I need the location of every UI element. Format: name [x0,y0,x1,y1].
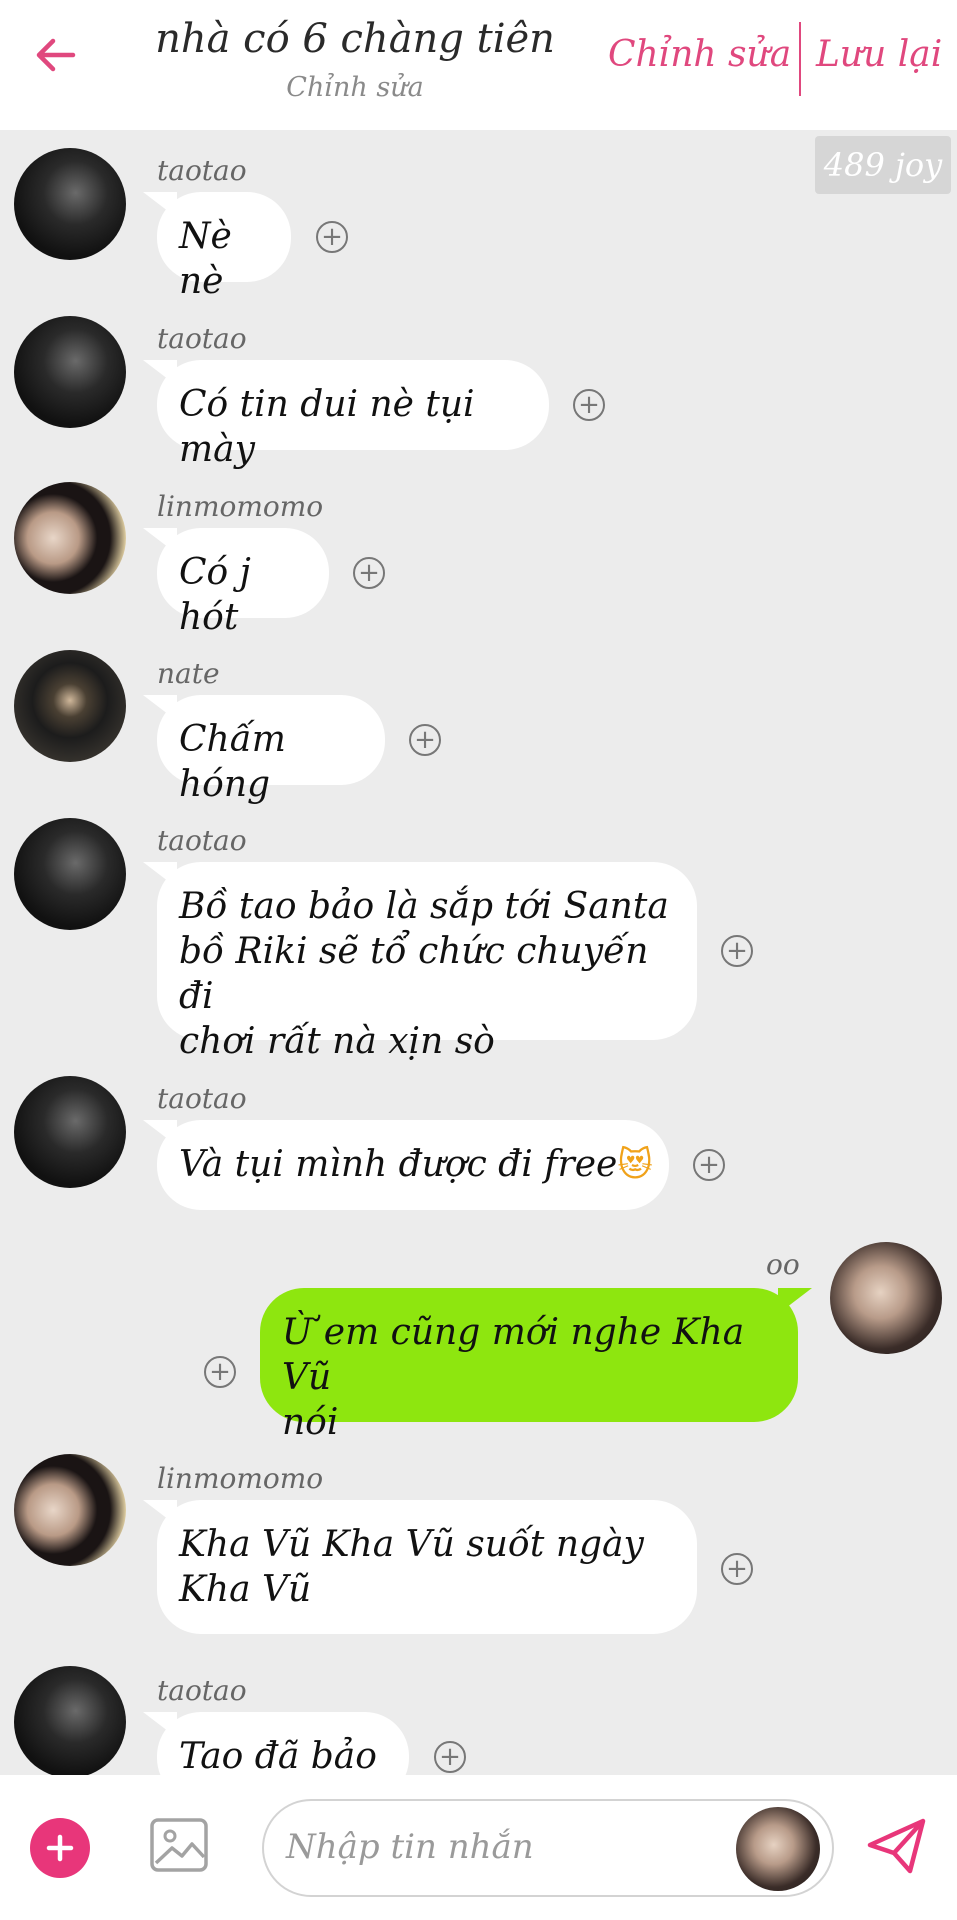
oo-avatar[interactable] [830,1242,942,1354]
add-reaction-button[interactable]: + [409,724,441,756]
add-reaction-button[interactable]: + [434,1741,466,1773]
save-button[interactable]: Lưu lại [816,34,942,75]
message-text-line: bồ Riki sẽ tổ chức chuyến đi [179,931,649,1017]
message-text-line: nói [282,1402,339,1443]
message-text: Nè nè [179,216,232,302]
add-reaction-button[interactable]: + [573,389,605,421]
message-input-bar: Nhập tin nhắn [0,1775,957,1920]
heart-eyes-cat-emoji: 😻 [617,1145,653,1185]
add-reaction-button[interactable]: + [721,935,753,967]
add-reaction-button[interactable]: + [204,1356,236,1388]
send-icon [867,1818,926,1874]
chat-title: nhà có 6 chàng tiên [155,16,555,62]
message-text: Có tin dui nè tụi mày [179,384,475,470]
edit-button[interactable]: Chỉnh sửa [608,34,791,75]
taotao-avatar[interactable] [14,316,126,428]
sender-name: taotao [157,1674,247,1707]
sender-name: taotao [157,322,247,355]
message-text-line: Kha Vũ [179,1569,312,1610]
linmomomo-avatar[interactable] [14,1454,126,1566]
add-reaction-button[interactable]: + [316,221,348,253]
header-divider [799,22,801,96]
input-avatar[interactable] [736,1807,820,1891]
message-text-line: Ừ em cũng mới nghe Kha Vũ [282,1312,745,1398]
message-bubble[interactable]: Chấm hóng [157,695,385,805]
sender-name: linmomomo [157,1462,324,1495]
message-bubble[interactable]: Ừ em cũng mới nghe Kha Vũ nói [260,1288,798,1443]
message-bubble[interactable]: Nè nè [157,192,291,302]
back-button[interactable] [30,30,80,80]
message-text: Chấm hóng [179,719,286,805]
taotao-avatar[interactable] [14,818,126,930]
message-bubble[interactable]: Kha Vũ Kha Vũ suốt ngày Kha Vũ [157,1500,697,1634]
message-text-line: Kha Vũ Kha Vũ suốt ngày [179,1524,644,1565]
message-bubble[interactable]: Có j hót [157,528,329,638]
sender-name: taotao [157,824,247,857]
message-text: Tao đã bảo r [179,1736,377,1775]
message-text-line: chơi rất nà xịn sò [179,1021,495,1062]
back-arrow-icon [36,38,76,72]
message-bubble[interactable]: Tao đã bảo r [157,1712,409,1775]
add-reaction-button[interactable]: + [693,1149,725,1181]
message-input[interactable]: Nhập tin nhắn [262,1799,834,1897]
chat-subtitle-edit[interactable]: Chỉnh sửa [150,72,560,103]
sender-name: linmomomo [157,490,324,523]
chat-header: nhà có 6 chàng tiên Chỉnh sửa Chỉnh sửa … [0,0,957,130]
message-text: Có j hót [179,552,251,638]
plus-icon [46,1834,74,1862]
image-button[interactable] [148,1815,210,1875]
message-text-line: Bồ tao bảo là sắp tới Santa [179,886,669,927]
sender-name: taotao [157,154,247,187]
taotao-avatar[interactable] [14,1666,126,1775]
chat-messages[interactable]: 489 joy taotao Nè nè + taotao Có tin dui… [0,130,957,1775]
add-button[interactable] [30,1818,90,1878]
message-placeholder: Nhập tin nhắn [286,1827,534,1867]
sender-name: nate [157,657,220,690]
joy-badge: 489 joy [815,136,951,194]
nate-avatar[interactable] [14,650,126,762]
taotao-avatar[interactable] [14,1076,126,1188]
linmomomo-avatar[interactable] [14,482,126,594]
message-text: Và tụi mình được đi free [179,1144,618,1185]
message-bubble[interactable]: Có tin dui nè tụi mày [157,360,549,470]
send-button[interactable] [866,1815,928,1877]
sender-name: taotao [157,1082,247,1115]
add-reaction-button[interactable]: + [721,1553,753,1585]
sender-name: oo [766,1248,800,1281]
message-bubble[interactable]: Và tụi mình được đi free😻 [157,1120,669,1210]
taotao-avatar[interactable] [14,148,126,260]
image-icon [150,1818,208,1872]
add-reaction-button[interactable]: + [353,557,385,589]
message-bubble[interactable]: Bồ tao bảo là sắp tới Santa bồ Riki sẽ t… [157,862,697,1062]
